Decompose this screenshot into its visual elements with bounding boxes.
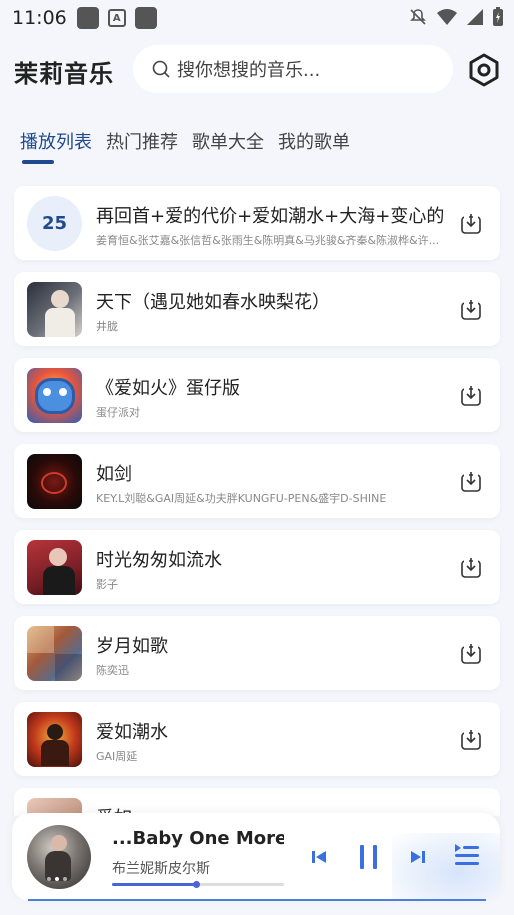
- app-notification-icon: A: [107, 9, 126, 27]
- progress-handle[interactable]: [193, 881, 200, 888]
- song-artist: GAI周延: [96, 750, 138, 763]
- song-title: 天下（遇见她如春水映梨花）: [96, 292, 330, 313]
- album-cover: [27, 282, 82, 337]
- pause-icon[interactable]: [356, 843, 382, 871]
- battery-icon: [493, 7, 503, 26]
- mute-icon: [410, 9, 426, 25]
- song-item[interactable]: 天下（遇见她如春水映梨花） 井胧: [14, 272, 500, 346]
- song-item[interactable]: 25 再回首+爱的代价+爱如潮水+大海+变心的 姜育恒&张艾嘉&张信哲&张雨生&…: [14, 186, 500, 260]
- song-artist: 姜育恒&张艾嘉&张信哲&张雨生&陈明真&马兆骏&齐秦&陈淑桦&许...: [96, 234, 440, 247]
- album-cover: [27, 540, 82, 595]
- tab-bar: 播放列表 热门推荐 歌单大全 我的歌单: [20, 128, 350, 154]
- download-icon[interactable]: [460, 729, 482, 751]
- player-song-title: ...Baby One More Tir: [112, 828, 284, 849]
- song-item[interactable]: 《爱如火》蛋仔版 蛋仔派对: [14, 358, 500, 432]
- player-bottom-accent: [28, 899, 486, 901]
- song-title: 再回首+爱的代价+爱如潮水+大海+变心的: [96, 206, 445, 227]
- signal-icon: [467, 9, 483, 25]
- tab-my-lists[interactable]: 我的歌单: [278, 128, 350, 154]
- search-icon: [152, 60, 170, 78]
- song-title: 时光匆匆如流水: [96, 550, 222, 571]
- mini-player[interactable]: ...Baby One More Tir 布兰妮斯皮尔斯: [12, 813, 500, 901]
- download-icon[interactable]: [460, 643, 482, 665]
- settings-button[interactable]: [466, 52, 502, 88]
- player-artist: 布兰妮斯皮尔斯: [112, 861, 210, 877]
- song-title: 《爱如火》蛋仔版: [96, 378, 240, 399]
- song-item[interactable]: 时光匆匆如流水 影子: [14, 530, 500, 604]
- download-icon[interactable]: [460, 557, 482, 579]
- song-artist: KEY.L刘聪&GAI周延&功夫胖KUNGFU-PEN&盛宇D-SHINE: [96, 492, 387, 505]
- previous-icon[interactable]: [309, 847, 329, 867]
- tab-hot-recommend[interactable]: 热门推荐: [106, 128, 178, 154]
- notification-icon: [76, 7, 99, 29]
- song-title: 爱如潮水: [96, 722, 168, 743]
- notification-icon: [134, 7, 157, 29]
- download-icon[interactable]: [460, 471, 482, 493]
- album-cover: [27, 454, 82, 509]
- download-icon[interactable]: [460, 213, 482, 235]
- status-time: 11:06: [12, 7, 67, 29]
- song-artist: 陈奕迅: [96, 664, 129, 677]
- song-artist: 蛋仔派对: [96, 406, 140, 419]
- player-album-cover[interactable]: [27, 825, 91, 889]
- download-icon[interactable]: [460, 385, 482, 407]
- song-item[interactable]: 岁月如歌 陈奕迅: [14, 616, 500, 690]
- tab-playlist[interactable]: 播放列表: [20, 128, 92, 154]
- status-bar: 11:06 A: [0, 0, 514, 36]
- album-cover: [27, 712, 82, 767]
- song-item[interactable]: 爱如潮水 GAI周延: [14, 702, 500, 776]
- tab-song-lists[interactable]: 歌单大全: [192, 128, 264, 154]
- album-cover: [27, 368, 82, 423]
- song-title: 如剑: [96, 464, 132, 485]
- song-item[interactable]: 爱如……: [14, 788, 500, 816]
- tab-indicator: [22, 160, 54, 164]
- app-title: 茉莉音乐: [14, 60, 114, 88]
- song-artist: 井胧: [96, 320, 118, 333]
- song-item[interactable]: 如剑 KEY.L刘聪&GAI周延&功夫胖KUNGFU-PEN&盛宇D-SHINE: [14, 444, 500, 518]
- download-icon[interactable]: [460, 299, 482, 321]
- rank-badge: 25: [27, 196, 82, 251]
- wifi-icon: [437, 9, 457, 25]
- song-title: 岁月如歌: [96, 636, 168, 657]
- player-glow: [392, 833, 500, 901]
- header: 茉莉音乐 搜你想搜的音乐...: [0, 40, 514, 102]
- album-cover: [27, 626, 82, 681]
- progress-bar[interactable]: [112, 881, 284, 888]
- playlist-icon[interactable]: [452, 841, 482, 871]
- song-list: 25 再回首+爱的代价+爱如潮水+大海+变心的 姜育恒&张艾嘉&张信哲&张雨生&…: [0, 176, 514, 816]
- search-input[interactable]: 搜你想搜的音乐...: [133, 45, 453, 93]
- progress-fill: [112, 883, 196, 886]
- next-icon[interactable]: [408, 847, 428, 867]
- search-placeholder: 搜你想搜的音乐...: [177, 60, 321, 81]
- song-artist: 影子: [96, 578, 118, 591]
